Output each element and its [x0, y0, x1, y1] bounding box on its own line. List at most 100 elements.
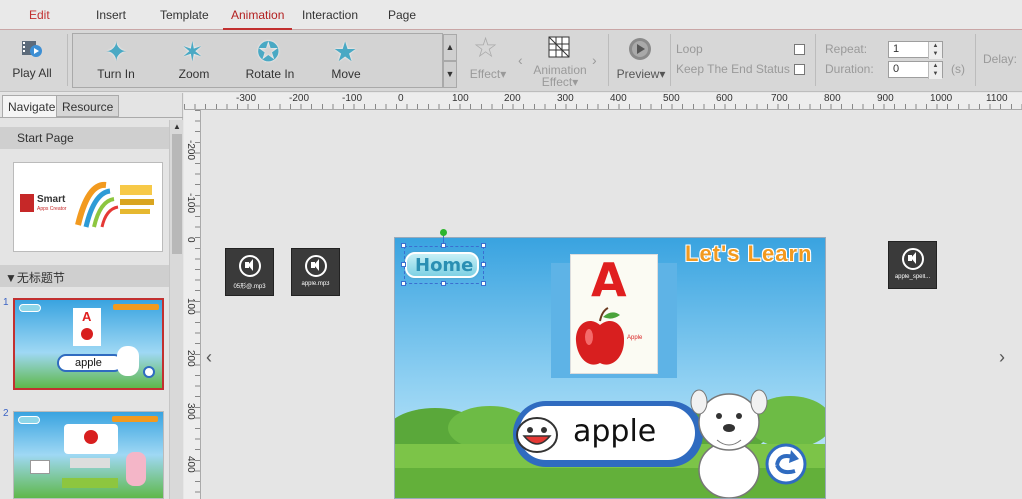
preview-play-icon — [629, 38, 651, 60]
resize-handle[interactable] — [481, 281, 486, 286]
resize-handle[interactable] — [401, 262, 406, 267]
speaker-icon — [902, 248, 924, 270]
scrollbar-thumb[interactable] — [172, 134, 182, 254]
thumb-sign-icon — [30, 460, 50, 474]
ruler-tick: 0 — [398, 93, 404, 104]
rotation-handle-icon[interactable] — [440, 229, 447, 236]
ruler-tick: 900 — [877, 93, 894, 104]
prev-page-arrow-icon[interactable]: ‹ — [206, 347, 212, 368]
loop-label: Loop — [676, 42, 703, 56]
section-header[interactable]: ▼无标题节 — [0, 265, 169, 287]
duration-value: 0 — [893, 63, 900, 75]
page-thumbnail-2[interactable] — [13, 411, 164, 499]
repeat-input[interactable]: 1 ▲ ▼ — [888, 41, 943, 59]
ruler-tick: 1100 — [986, 93, 1008, 104]
thumb-letter: A — [82, 309, 92, 324]
scroll-up-icon[interactable]: ▲ — [173, 122, 181, 131]
effect-dropdown-button[interactable]: ☆ Effect▾ — [466, 34, 510, 86]
smiley-face-icon[interactable] — [515, 416, 559, 454]
duration-label: Duration: — [825, 62, 874, 76]
menu-insert[interactable]: Insert — [96, 8, 126, 22]
thumb-card-icon — [64, 424, 118, 454]
resize-handle[interactable] — [441, 281, 446, 286]
thumb-home-icon — [19, 304, 41, 312]
gallery-down-button[interactable]: ▼ — [443, 61, 457, 88]
logo-subtitle: Apps Creator — [37, 206, 67, 212]
animation-effect-button[interactable]: Animation Effect▾ — [528, 34, 592, 88]
ruler-minor-ticks — [195, 110, 200, 499]
audio-file-name: apple.mp3 — [301, 281, 330, 287]
effect-zoom[interactable]: ✶ Zoom — [157, 36, 231, 86]
effect-move[interactable]: ★ Move — [309, 36, 383, 86]
ruler-tick: -100 — [342, 93, 363, 104]
audio-file-name: apple_spell... — [894, 274, 931, 280]
audio-object-2[interactable]: apple.mp3 — [291, 248, 340, 296]
thumb-apple-icon — [84, 430, 98, 444]
tab-resource[interactable]: Resource — [56, 95, 120, 117]
repeat-value: 1 — [893, 43, 900, 55]
ruler-tick: 700 — [771, 93, 788, 104]
selection-box — [404, 246, 484, 284]
page-thumbnail-1[interactable]: A apple — [13, 298, 164, 390]
dog-character-icon — [690, 389, 768, 498]
film-play-icon — [22, 41, 42, 57]
back-arrow-icon[interactable] — [765, 443, 807, 485]
menu-edit[interactable]: Edit — [29, 8, 50, 22]
menu-page[interactable]: Page — [388, 8, 416, 22]
toolbar-divider — [67, 34, 68, 86]
card-caption: Apple — [627, 335, 643, 341]
ruler-tick: 1000 — [930, 93, 953, 104]
menu-template[interactable]: Template — [160, 8, 209, 22]
audio-file-name: 05形@.mp3 — [233, 284, 266, 290]
resize-handle[interactable] — [481, 262, 486, 267]
duration-stepper-icon[interactable]: ▲ ▼ — [928, 62, 942, 79]
effect-rotate-in-label: Rotate In — [245, 67, 295, 81]
effect-zoom-label: Zoom — [178, 67, 210, 81]
start-page-header[interactable]: Start Page — [0, 127, 169, 149]
repeat-stepper-icon[interactable]: ▲ ▼ — [928, 42, 942, 59]
audio-object-3[interactable]: apple_spell... — [888, 241, 937, 289]
chevron-left-icon[interactable]: ‹ — [518, 52, 523, 68]
letter-card[interactable]: A Apple — [570, 253, 658, 374]
animation-effect-label: Animation Effect▾ — [533, 63, 587, 89]
start-page-thumbnail[interactable]: Smart Apps Creator — [13, 162, 163, 252]
smart-logo-icon — [20, 194, 34, 212]
menu-interaction[interactable]: Interaction — [302, 8, 358, 22]
next-page-arrow-icon[interactable]: › — [999, 347, 1005, 368]
resize-handle[interactable] — [401, 243, 406, 248]
resize-handle[interactable] — [441, 243, 446, 248]
duration-unit: (s) — [951, 62, 965, 76]
thumb-back-icon — [143, 366, 155, 378]
effect-turn-in[interactable]: ✦ Turn In — [79, 36, 153, 86]
audio-object-1[interactable]: 05形@.mp3 — [225, 248, 274, 296]
apple-icon — [575, 307, 625, 365]
play-all-button[interactable]: Play All — [10, 34, 54, 86]
duration-input[interactable]: 0 ▲ ▼ — [888, 61, 943, 79]
delay-label: Delay: — [983, 52, 1018, 66]
navigate-panel: Navigate Resource Start Page Smart Apps … — [0, 93, 183, 499]
slide-title: Let's Learn — [685, 241, 813, 266]
intelligent-software-logo-icon — [75, 181, 154, 228]
speaker-icon — [239, 255, 261, 277]
keep-end-status-label: Keep The End Status — [676, 62, 790, 76]
ruler-tick: -200 — [289, 93, 310, 104]
chevron-right-icon[interactable]: › — [592, 52, 597, 68]
resize-handle[interactable] — [401, 281, 406, 286]
vertical-ruler: -200 -100 0 100 200 300 400 — [184, 110, 201, 499]
tab-navigate[interactable]: Navigate — [2, 95, 62, 117]
effect-rotate-in[interactable]: ✪ Rotate In — [233, 36, 307, 86]
effect-turn-in-label: Turn In — [97, 67, 135, 81]
rotate-in-star-icon: ✪ — [257, 37, 280, 67]
ruler-tick: -300 — [236, 93, 257, 104]
resize-handle[interactable] — [481, 243, 486, 248]
card-letter: A — [591, 253, 627, 307]
preview-button[interactable]: Preview▾ — [614, 34, 668, 86]
toolbar-divider — [670, 34, 671, 86]
gallery-up-button[interactable]: ▲ — [443, 34, 457, 61]
keep-end-status-checkbox[interactable] — [794, 64, 805, 75]
loop-checkbox[interactable] — [794, 44, 805, 55]
panel-scrollbar[interactable]: ▲ — [169, 120, 183, 499]
menu-animation[interactable]: Animation — [222, 8, 293, 31]
effect-star-outline-icon: ☆ — [473, 32, 499, 63]
logo-brand: Smart — [37, 194, 66, 205]
